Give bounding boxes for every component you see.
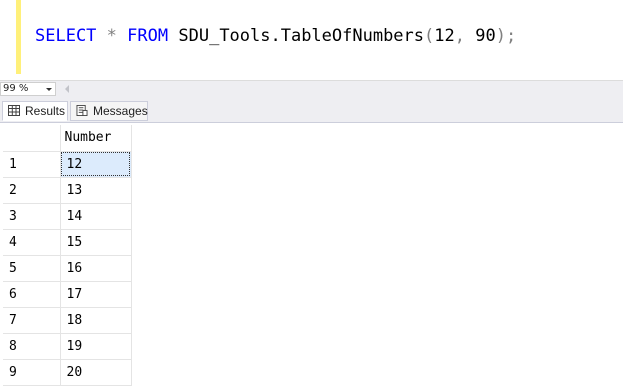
table-row: 9 20 xyxy=(3,359,132,386)
grid-header-row: Number xyxy=(3,125,132,152)
table-row: 5 16 xyxy=(3,255,132,282)
scroll-left-icon[interactable] xyxy=(65,85,69,93)
change-tracking-bar xyxy=(16,0,21,74)
row-number[interactable]: 9 xyxy=(3,359,61,386)
tab-results-label: Results xyxy=(25,104,66,118)
row-number[interactable]: 2 xyxy=(3,177,61,204)
results-tabbar: Results Messages xyxy=(0,98,623,123)
operator-star: * xyxy=(106,26,117,46)
messages-icon xyxy=(76,105,88,116)
row-number[interactable]: 6 xyxy=(3,281,61,308)
keyword-select: SELECT xyxy=(35,26,97,46)
row-number[interactable]: 1 xyxy=(3,151,61,178)
results-grid: Number 1 12 2 13 3 14 4 15 5 16 6 17 7 1… xyxy=(3,125,132,386)
keyword-from: FROM xyxy=(127,26,169,46)
grid-cell[interactable]: 15 xyxy=(60,229,132,256)
semicolon: ; xyxy=(505,26,517,46)
grid-cell[interactable]: 17 xyxy=(60,281,132,308)
chevron-down-icon[interactable] xyxy=(46,88,52,91)
row-number[interactable]: 4 xyxy=(3,229,61,256)
grid-cell[interactable]: 14 xyxy=(60,203,132,230)
table-row: 1 12 xyxy=(3,151,132,178)
tab-messages-label: Messages xyxy=(93,104,148,118)
grid-cell[interactable]: 19 xyxy=(60,333,132,360)
table-row: 2 13 xyxy=(3,177,132,204)
row-number[interactable]: 7 xyxy=(3,307,61,334)
zoom-strip: 99 % xyxy=(0,80,623,98)
row-number[interactable]: 8 xyxy=(3,333,61,360)
grid-cell[interactable]: 20 xyxy=(60,359,132,386)
table-row: 8 19 xyxy=(3,333,132,360)
zoom-dropdown[interactable]: 99 % xyxy=(0,82,56,96)
row-number[interactable]: 5 xyxy=(3,255,61,282)
table-row: 3 14 xyxy=(3,203,132,230)
row-header-corner[interactable] xyxy=(3,125,61,152)
close-paren: ) xyxy=(495,26,506,46)
tab-messages[interactable]: Messages xyxy=(70,101,148,121)
grid-cell[interactable]: 18 xyxy=(60,307,132,334)
table-row: 4 15 xyxy=(3,229,132,256)
code-line[interactable]: SELECT * FROM SDU_Tools.TableOfNumbers(1… xyxy=(35,25,516,47)
table-row: 7 18 xyxy=(3,307,132,334)
results-pane: Number 1 12 2 13 3 14 4 15 5 16 6 17 7 1… xyxy=(0,122,623,386)
grid-icon xyxy=(8,105,20,116)
column-header-number[interactable]: Number xyxy=(60,125,132,152)
query-editor[interactable]: SELECT * FROM SDU_Tools.TableOfNumbers(1… xyxy=(0,0,623,78)
object-name: SDU_Tools.TableOfNumbers xyxy=(178,26,425,46)
tab-results[interactable]: Results xyxy=(2,101,68,121)
argument-1: 12 xyxy=(434,26,455,46)
argument-2: 90 xyxy=(475,26,496,46)
grid-cell[interactable]: 16 xyxy=(60,255,132,282)
open-paren: ( xyxy=(424,26,435,46)
zoom-value: 99 % xyxy=(3,83,29,94)
grid-cell[interactable]: 12 xyxy=(60,151,132,178)
table-row: 6 17 xyxy=(3,281,132,308)
grid-cell[interactable]: 13 xyxy=(60,177,132,204)
row-number[interactable]: 3 xyxy=(3,203,61,230)
comma: , xyxy=(454,26,465,46)
